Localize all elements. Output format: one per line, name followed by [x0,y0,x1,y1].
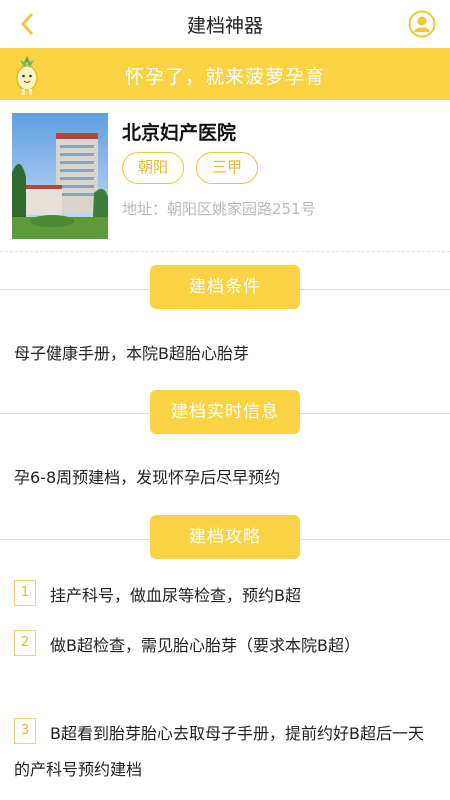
banner-slogan: 怀孕了，就来菠萝孕育 [124,66,325,88]
guide-step: 1 挂产科号，做血尿等检查，预约B超 [14,578,436,614]
realtime-text: 孕6-8周预建档，发现怀孕后尽早预约 [14,468,281,487]
divider [0,251,450,252]
step-number: 1 [14,580,36,606]
step-number: 2 [14,630,36,656]
district-tag: 朝阳 [122,152,184,184]
hospital-name: 北京妇产医院 [122,122,237,144]
conditions-text: 母子健康手册，本院B超胎心胎芽 [14,344,249,363]
hospital-photo [12,113,108,239]
step-text: 挂产科号，做血尿等检查，预约B超 [50,586,301,605]
navigation-bar: 建档神器 [0,0,450,48]
promo-banner[interactable]: 怀孕了，就来菠萝孕育 [0,48,450,100]
step-text: 做B超检查，需见胎心胎芽（要求本院B超） [50,636,360,655]
section-title-conditions: 建档条件 [150,265,300,309]
section-title-realtime: 建档实时信息 [150,390,300,434]
grade-tag: 三甲 [196,152,258,184]
section-title-guide: 建档攻略 [150,515,300,559]
step-text: B超看到胎芽胎心去取母子手册，提前约好B超后一天的产科号预约建档 [14,724,424,779]
user-avatar-icon[interactable] [408,10,436,38]
page-title: 建档神器 [186,15,263,37]
hospital-address: 地址：朝阳区姚家园路251号 [122,200,316,218]
step-number: 3 [14,718,36,744]
guide-step: 3 B超看到胎芽胎心去取母子手册，提前约好B超后一天的产科号预约建档 [14,716,436,788]
hospital-card[interactable]: 北京妇产医院 朝阳 三甲 地址：朝阳区姚家园路251号 [0,100,450,252]
guide-step: 2 做B超检查，需见胎心胎芽（要求本院B超） [14,628,436,664]
